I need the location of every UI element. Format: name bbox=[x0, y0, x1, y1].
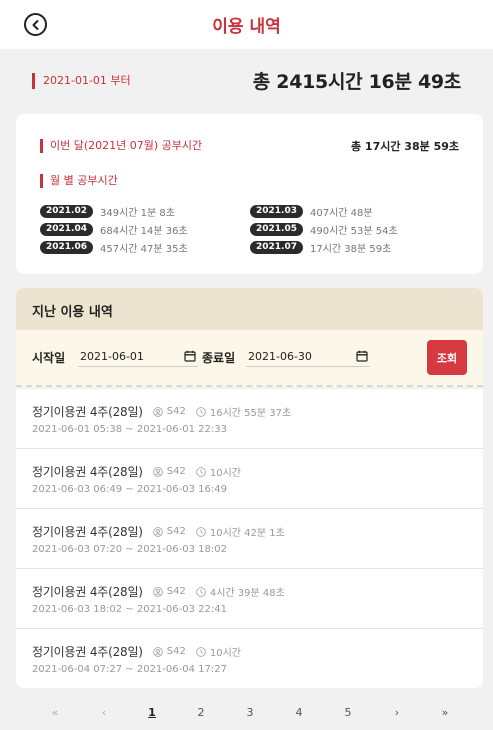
pass-name: 정기이용권 4주(28일) bbox=[32, 585, 143, 599]
pass-name: 정기이용권 4주(28일) bbox=[32, 405, 143, 419]
list-item[interactable]: 정기이용권 4주(28일) S42 16시간 55분 37초 2021-06-0… bbox=[16, 389, 483, 449]
month-badge: 2021.06 bbox=[40, 240, 93, 254]
clock-icon bbox=[195, 466, 206, 477]
this-month-total: 총 17시간 38분 59초 bbox=[350, 140, 459, 153]
last-page-button[interactable]: » bbox=[433, 703, 457, 723]
history-header: 지난 이용 내역 bbox=[16, 288, 483, 330]
history-title: 지난 이용 내역 bbox=[32, 305, 113, 320]
month-row: 2021.07 17시간 38분 59초 bbox=[250, 240, 392, 255]
calendar-icon[interactable] bbox=[356, 350, 368, 362]
history-list: 정기이용권 4주(28일) S42 16시간 55분 37초 2021-06-0… bbox=[16, 389, 483, 688]
page-1-button[interactable]: 1 bbox=[140, 703, 164, 723]
list-item[interactable]: 정기이용권 4주(28일) S42 10시간 2021-06-03 06:49 … bbox=[16, 449, 483, 509]
date-filter: 시작일 2021-06-01 종료일 2021-06-30 조회 bbox=[16, 330, 483, 387]
page-3-button[interactable]: 3 bbox=[238, 703, 262, 723]
list-item[interactable]: 정기이용권 4주(28일) S42 10시간 42분 1초 2021-06-03… bbox=[16, 509, 483, 569]
pass-name: 정기이용권 4주(28일) bbox=[32, 645, 143, 659]
month-row: 2021.03 407시간 48분 bbox=[250, 204, 373, 219]
app-header: 이용 내역 bbox=[0, 0, 493, 49]
month-badge: 2021.02 bbox=[40, 204, 93, 218]
start-date-value: 2021-06-01 bbox=[80, 350, 144, 363]
month-time: 17시간 38분 59초 bbox=[310, 243, 392, 255]
first-page-button[interactable]: « bbox=[43, 703, 67, 723]
seat-number: S42 bbox=[166, 646, 186, 657]
user-icon bbox=[152, 406, 163, 417]
calendar-icon[interactable] bbox=[184, 350, 196, 362]
month-time: 457시간 47분 35초 bbox=[100, 243, 188, 255]
month-row: 2021.05 490시간 53분 54초 bbox=[250, 222, 398, 237]
month-time: 490시간 53분 54초 bbox=[310, 225, 398, 237]
by-month-label: 월 별 공부시간 bbox=[40, 174, 118, 188]
usage-range: 2021-06-01 05:38 ~ 2021-06-01 22:33 bbox=[32, 424, 227, 435]
clock-icon bbox=[195, 526, 206, 537]
usage-duration: 16시간 55분 37초 bbox=[209, 408, 292, 419]
total-summary: 2021-01-01 부터 총 2415시간 16분 49초 bbox=[0, 49, 493, 113]
month-badge: 2021.07 bbox=[250, 240, 303, 254]
clock-icon bbox=[195, 406, 206, 417]
usage-duration: 4시간 39분 48초 bbox=[209, 588, 285, 599]
user-icon bbox=[152, 586, 163, 597]
start-date-input[interactable]: 2021-06-01 bbox=[78, 347, 198, 367]
since-date: 2021-01-01 부터 bbox=[32, 73, 131, 89]
usage-range: 2021-06-04 07:27 ~ 2021-06-04 17:27 bbox=[32, 664, 227, 675]
user-icon bbox=[152, 526, 163, 537]
prev-page-button[interactable]: ‹ bbox=[92, 703, 116, 723]
clock-icon bbox=[195, 646, 206, 657]
month-time: 407시간 48분 bbox=[310, 207, 373, 219]
pass-name: 정기이용권 4주(28일) bbox=[32, 465, 143, 479]
usage-duration: 10시간 bbox=[209, 468, 241, 479]
usage-range: 2021-06-03 07:20 ~ 2021-06-03 18:02 bbox=[32, 544, 227, 555]
seat-number: S42 bbox=[166, 466, 186, 477]
month-time: 349시간 1분 8초 bbox=[100, 207, 175, 219]
month-badge: 2021.04 bbox=[40, 222, 93, 236]
search-button[interactable]: 조회 bbox=[427, 340, 467, 375]
month-row: 2021.06 457시간 47분 35초 bbox=[40, 240, 188, 255]
start-date-label: 시작일 bbox=[32, 351, 66, 365]
this-month-label: 이번 달(2021년 07월) 공부시간 bbox=[40, 139, 202, 153]
page-5-button[interactable]: 5 bbox=[336, 703, 360, 723]
seat-number: S42 bbox=[166, 406, 186, 417]
clock-icon bbox=[195, 586, 206, 597]
page-title: 이용 내역 bbox=[212, 17, 281, 37]
list-item[interactable]: 정기이용권 4주(28일) S42 4시간 39분 48초 2021-06-03… bbox=[16, 569, 483, 629]
page-4-button[interactable]: 4 bbox=[287, 703, 311, 723]
month-badge: 2021.05 bbox=[250, 222, 303, 236]
end-date-label: 종료일 bbox=[202, 351, 236, 365]
next-page-button[interactable]: › bbox=[385, 703, 409, 723]
month-time: 684시간 14분 36초 bbox=[100, 225, 188, 237]
pass-name: 정기이용권 4주(28일) bbox=[32, 525, 143, 539]
end-date-input[interactable]: 2021-06-30 bbox=[246, 347, 370, 367]
end-date-value: 2021-06-30 bbox=[248, 350, 312, 363]
page-2-button[interactable]: 2 bbox=[189, 703, 213, 723]
total-study-time: 총 2415시간 16분 49초 bbox=[252, 71, 462, 93]
usage-duration: 10시간 42분 1초 bbox=[209, 528, 285, 539]
list-item[interactable]: 정기이용권 4주(28일) S42 10시간 2021-06-04 07:27 … bbox=[16, 629, 483, 689]
usage-range: 2021-06-03 18:02 ~ 2021-06-03 22:41 bbox=[32, 604, 227, 615]
usage-duration: 10시간 bbox=[209, 648, 241, 659]
usage-range: 2021-06-03 06:49 ~ 2021-06-03 16:49 bbox=[32, 484, 227, 495]
month-row: 2021.04 684시간 14분 36초 bbox=[40, 222, 188, 237]
pagination: « ‹ 1 2 3 4 5 › » bbox=[0, 703, 493, 723]
month-badge: 2021.03 bbox=[250, 204, 303, 218]
user-icon bbox=[152, 466, 163, 477]
user-icon bbox=[152, 646, 163, 657]
seat-number: S42 bbox=[166, 586, 186, 597]
seat-number: S42 bbox=[166, 526, 186, 537]
monthly-study-card: 이번 달(2021년 07월) 공부시간 총 17시간 38분 59초 월 별 … bbox=[16, 114, 483, 274]
month-row: 2021.02 349시간 1분 8초 bbox=[40, 204, 175, 219]
